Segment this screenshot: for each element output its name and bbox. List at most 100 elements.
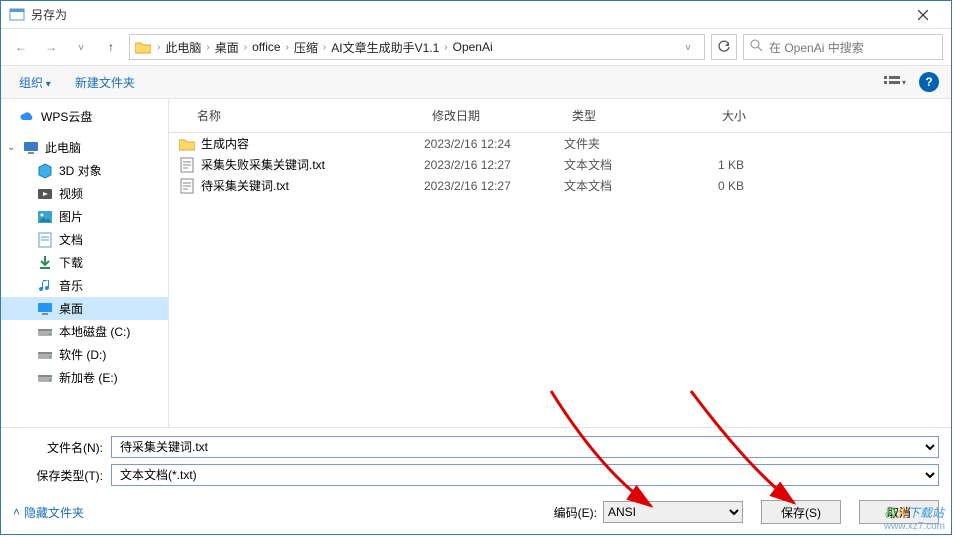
disk-icon	[37, 370, 53, 386]
crumb-openai[interactable]: OpenAi	[449, 40, 497, 54]
forward-button[interactable]: →	[39, 35, 63, 59]
file-name: 待采集关键词.txt	[201, 177, 424, 194]
collapse-icon[interactable]: ⌄	[7, 142, 17, 153]
desktop-icon	[37, 301, 53, 317]
sidebar-item-0[interactable]: 3D 对象	[1, 159, 168, 182]
up-button[interactable]: ↑	[99, 35, 123, 59]
file-date: 2023/2/16 12:27	[424, 158, 564, 172]
savetype-row: 保存类型(T): 文本文档(*.txt)	[13, 464, 939, 486]
crumb-office[interactable]: office	[248, 40, 284, 54]
recent-dropdown[interactable]: v	[69, 35, 93, 59]
crumb-ai[interactable]: AI文章生成助手V1.1	[327, 39, 443, 56]
address-bar[interactable]: › 此电脑 › 桌面 › office › 压缩 › AI文章生成助手V1.1 …	[129, 34, 705, 60]
cube-icon	[37, 163, 53, 179]
help-button[interactable]: ?	[919, 72, 939, 92]
sidebar: WPS云盘 ⌄ 此电脑 3D 对象视频图片文档下载音乐桌面本地磁盘 (C:) 软件…	[1, 99, 169, 427]
column-name[interactable]: 名称	[169, 103, 424, 128]
sidebar-item-label: 新加卷 (E:)	[59, 369, 118, 386]
file-type: 文本文档	[564, 177, 674, 194]
close-button[interactable]	[903, 1, 943, 29]
column-size[interactable]: 大小	[674, 103, 754, 128]
sidebar-item-5[interactable]: 音乐	[1, 274, 168, 297]
column-type[interactable]: 类型	[564, 103, 674, 128]
file-row[interactable]: 采集失败采集关键词.txt2023/2/16 12:27文本文档1 KB	[169, 154, 951, 175]
sidebar-item-wps[interactable]: WPS云盘	[1, 105, 168, 128]
back-button[interactable]: ←	[9, 35, 33, 59]
file-type: 文件夹	[564, 135, 674, 152]
view-mode-button[interactable]: ▾	[881, 70, 909, 94]
file-type: 文本文档	[564, 156, 674, 173]
txt-icon	[177, 178, 197, 194]
sidebar-item-label: 此电脑	[45, 139, 81, 156]
savetype-select[interactable]: 文本文档(*.txt)	[111, 464, 939, 486]
sidebar-item-9[interactable]: 新加卷 (E:)	[1, 366, 168, 389]
crumb-thispc[interactable]: 此电脑	[161, 39, 205, 56]
filename-row: 文件名(N): 待采集关键词.txt	[13, 436, 939, 458]
organize-menu[interactable]: 组织	[13, 70, 57, 95]
sidebar-item-6[interactable]: 桌面	[1, 297, 168, 320]
new-folder-button[interactable]: 新建文件夹	[69, 70, 141, 95]
sidebar-item-label: 视频	[59, 185, 83, 202]
file-row[interactable]: 待采集关键词.txt2023/2/16 12:27文本文档0 KB	[169, 175, 951, 196]
app-icon	[9, 7, 25, 23]
action-row: ˄ 隐藏文件夹 编码(E): ANSI 保存(S) 取消	[13, 500, 939, 524]
search-icon	[750, 39, 763, 55]
file-list[interactable]: 生成内容2023/2/16 12:24文件夹采集失败采集关键词.txt2023/…	[169, 133, 951, 427]
sidebar-item-label: 图片	[59, 208, 83, 225]
file-header: 名称 修改日期 类型 大小	[169, 99, 951, 133]
encoding-select[interactable]: ANSI	[603, 501, 743, 523]
filename-label: 文件名(N):	[13, 439, 103, 456]
crumb-zip[interactable]: 压缩	[290, 39, 322, 56]
txt-icon	[177, 157, 197, 173]
file-row[interactable]: 生成内容2023/2/16 12:24文件夹	[169, 133, 951, 154]
sidebar-item-label: 音乐	[59, 277, 83, 294]
folder-icon	[134, 38, 152, 56]
chevron-up-icon: ˄	[13, 505, 20, 519]
disk-icon	[37, 324, 53, 340]
sidebar-item-1[interactable]: 视频	[1, 182, 168, 205]
hide-folders-toggle[interactable]: ˄ 隐藏文件夹	[13, 504, 84, 521]
sidebar-item-7[interactable]: 本地磁盘 (C:)	[1, 320, 168, 343]
filename-input[interactable]: 待采集关键词.txt	[111, 436, 939, 458]
save-button[interactable]: 保存(S)	[761, 500, 841, 524]
computer-icon	[23, 140, 39, 156]
video-icon	[37, 186, 53, 202]
file-date: 2023/2/16 12:24	[424, 137, 564, 151]
sidebar-item-label: WPS云盘	[41, 108, 92, 125]
nav-row: ← → v ↑ › 此电脑 › 桌面 › office › 压缩 › AI文章生…	[1, 29, 951, 65]
sidebar-item-2[interactable]: 图片	[1, 205, 168, 228]
toolbar: 组织 新建文件夹 ▾ ?	[1, 65, 951, 99]
body: WPS云盘 ⌄ 此电脑 3D 对象视频图片文档下载音乐桌面本地磁盘 (C:) 软件…	[1, 99, 951, 427]
folder-icon	[177, 137, 197, 151]
music-icon	[37, 278, 53, 294]
download-icon	[37, 255, 53, 271]
picture-icon	[37, 209, 53, 225]
save-as-dialog: 另存为 ← → v ↑ › 此电脑 › 桌面 › office › 压缩 › A…	[0, 0, 952, 535]
sidebar-item-label: 软件 (D:)	[59, 346, 106, 363]
file-size: 0 KB	[674, 179, 754, 193]
sidebar-item-label: 文档	[59, 231, 83, 248]
file-name: 采集失败采集关键词.txt	[201, 156, 424, 173]
sidebar-item-label: 下载	[59, 254, 83, 271]
address-dropdown[interactable]: v	[676, 35, 700, 59]
sidebar-item-label: 桌面	[59, 300, 83, 317]
search-placeholder: 在 OpenAi 中搜索	[769, 39, 864, 56]
watermark: 极光下载站 www.xz7.com	[884, 504, 945, 532]
search-input[interactable]: 在 OpenAi 中搜索	[743, 34, 943, 60]
disk-icon	[37, 347, 53, 363]
sidebar-item-label: 3D 对象	[59, 162, 102, 179]
window-title: 另存为	[31, 6, 903, 23]
title-bar: 另存为	[1, 1, 951, 29]
bottom-panel: 文件名(N): 待采集关键词.txt 保存类型(T): 文本文档(*.txt) …	[1, 427, 951, 534]
column-date[interactable]: 修改日期	[424, 103, 564, 128]
sidebar-item-thispc[interactable]: ⌄ 此电脑	[1, 136, 168, 159]
refresh-button[interactable]	[711, 34, 737, 60]
sidebar-item-3[interactable]: 文档	[1, 228, 168, 251]
file-size: 1 KB	[674, 158, 754, 172]
sidebar-item-4[interactable]: 下载	[1, 251, 168, 274]
file-date: 2023/2/16 12:27	[424, 179, 564, 193]
doc-icon	[37, 232, 53, 248]
sidebar-item-8[interactable]: 软件 (D:)	[1, 343, 168, 366]
file-list-area: 名称 修改日期 类型 大小 生成内容2023/2/16 12:24文件夹采集失败…	[169, 99, 951, 427]
crumb-desktop[interactable]: 桌面	[211, 39, 243, 56]
